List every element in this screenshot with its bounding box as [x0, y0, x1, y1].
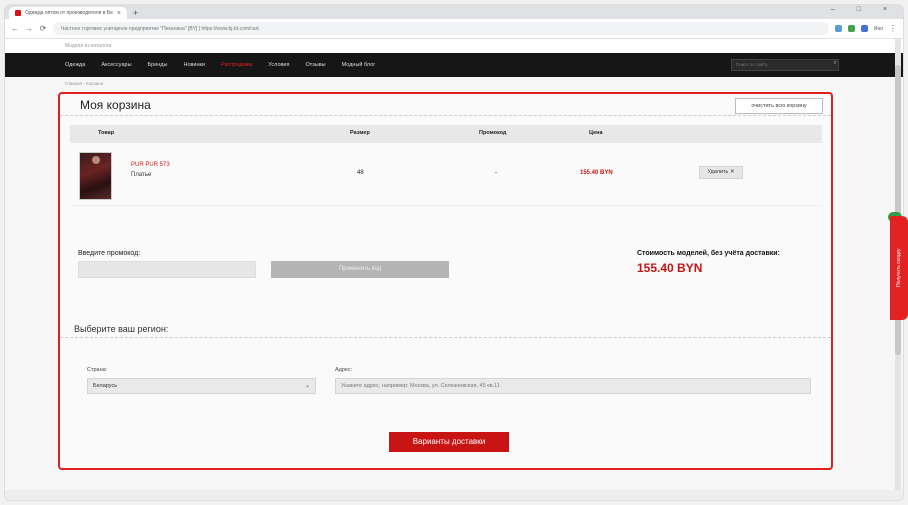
item-size: 48 [357, 170, 364, 176]
site-navigation: Одежда Аксессуары Бренды Новинки Распрод… [5, 53, 903, 77]
url-field[interactable]: Частное торговое унитарное предприятие "… [53, 22, 829, 35]
address-bar: ← → ⟳ Частное торговое унитарное предпри… [5, 19, 903, 39]
promo-label: Введите промокод: [78, 250, 141, 257]
tab-title: Одежда оптом от производителя в Беларуси [25, 10, 113, 16]
promo-code-input[interactable] [78, 261, 256, 278]
search-icon[interactable]: ⌕ [834, 60, 837, 67]
divider [60, 337, 831, 338]
delete-label: Удалить [707, 169, 729, 175]
close-icon: ✕ [729, 169, 735, 175]
chevron-down-icon: ⌄ [304, 383, 310, 389]
column-header-price: Цена [589, 130, 603, 136]
column-header-promo: Промокод [479, 130, 507, 136]
reload-icon[interactable]: ⟳ [39, 24, 47, 33]
nav-item[interactable]: Условия [268, 62, 289, 68]
apply-promo-button[interactable]: Применить код [271, 261, 449, 278]
cart-item-row: PUR PUR 573 Платье 48 - 155.40 BYN Удали… [70, 146, 822, 206]
extension-icon[interactable] [847, 25, 855, 32]
nav-item[interactable]: Новинки [183, 62, 205, 68]
discount-side-tab[interactable]: Получить скидку [890, 216, 908, 320]
product-image[interactable] [79, 152, 112, 200]
favicon-icon [15, 10, 21, 16]
site-search-input[interactable]: Поиск по сайту [731, 59, 839, 71]
region-title: Выберите ваш регион: [74, 324, 169, 334]
window-controls[interactable]: – □ × [831, 6, 897, 13]
back-arrow-icon[interactable]: ← [11, 24, 19, 33]
country-label: Страна: [87, 367, 108, 373]
extension-icon[interactable] [860, 25, 868, 32]
delivery-options-button[interactable]: Варианты доставки [389, 432, 509, 452]
cart-table-header: Товар Размер Промокод Цена [70, 125, 822, 143]
breadcrumb[interactable]: Главная › Корзина [5, 77, 903, 91]
item-promo: - [495, 170, 497, 176]
country-select[interactable]: Беларусь ⌄ [87, 378, 316, 394]
address-label: Адрес: [335, 367, 353, 373]
product-name: Платье [131, 172, 152, 178]
nav-item[interactable]: Аксессуары [101, 62, 131, 68]
nav-item[interactable]: Отзывы [305, 62, 325, 68]
nav-item[interactable]: Одежда [65, 62, 85, 68]
page-footer [5, 490, 903, 500]
menu-icon[interactable]: ⋮ [889, 24, 897, 33]
total-value: 155.40 BYN [637, 261, 703, 275]
address-input[interactable]: Укажите адрес, например: Москва, ул. Сел… [335, 378, 811, 394]
item-price: 155.40 BYN [580, 170, 613, 176]
nav-item[interactable]: Бренды [148, 62, 168, 68]
close-tab-icon[interactable]: × [117, 10, 121, 17]
site-top-note: Модели из каталога [5, 39, 903, 53]
cart-header: Моя корзина очистить всю корзину [60, 94, 831, 116]
cart-panel: Моя корзина очистить всю корзину Товар Р… [58, 92, 833, 470]
page-title: Моя корзина [80, 98, 151, 112]
forward-arrow-icon[interactable]: → [25, 24, 33, 33]
extension-icon[interactable] [834, 25, 842, 32]
account-label[interactable]: Ино [874, 26, 883, 32]
browser-tab[interactable]: Одежда оптом от производителя в Беларуси… [9, 7, 127, 19]
clear-cart-button[interactable]: очистить всю корзину [735, 98, 823, 114]
product-code-link[interactable]: PUR PUR 573 [131, 162, 170, 168]
nav-item-sale[interactable]: Распродажа [221, 62, 252, 68]
country-value: Беларусь [93, 383, 118, 389]
nav-item[interactable]: Модный блог [342, 62, 376, 68]
delete-item-button[interactable]: Удалить ✕ [699, 166, 743, 179]
new-tab-button[interactable]: + [133, 7, 138, 19]
tab-strip: Одежда оптом от производителя в Беларуси… [5, 5, 903, 19]
total-label: Стоимость моделей, без учёта доставки: [637, 250, 780, 257]
column-header-product: Товар [98, 130, 115, 136]
column-header-size: Размер [350, 130, 370, 136]
